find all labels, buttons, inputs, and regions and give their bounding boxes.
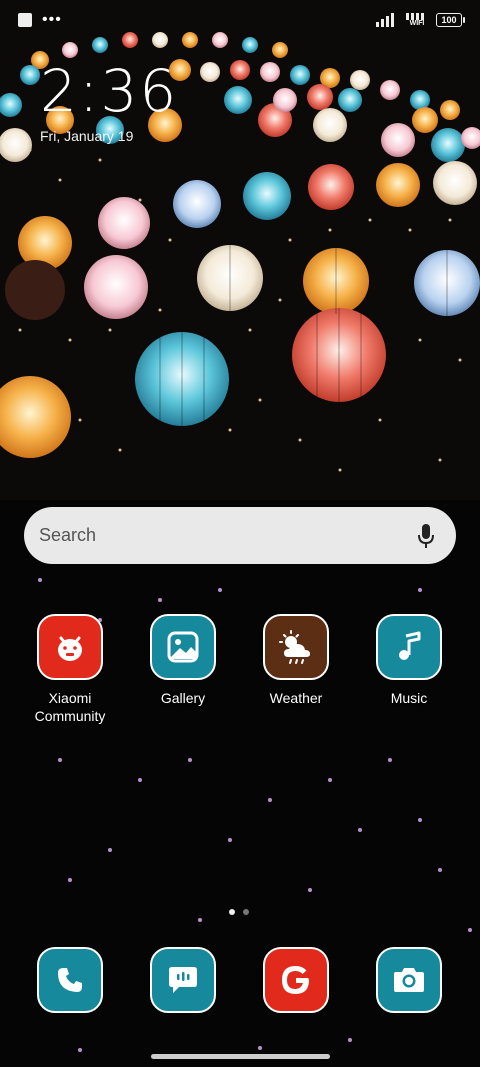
clock-time: 2:36 xyxy=(40,57,179,125)
app-label-gallery: Gallery xyxy=(160,690,206,706)
app-label-music: Music xyxy=(390,690,428,706)
app-music[interactable]: Music xyxy=(354,614,464,707)
search-bar[interactable]: Search xyxy=(24,507,456,564)
notification-icon xyxy=(18,13,32,27)
search-placeholder: Search xyxy=(39,525,97,545)
app-xiaomi-community[interactable]: Xiaomi Community xyxy=(15,614,125,725)
clock-date: Fri, January 19 xyxy=(40,128,134,144)
microphone-icon[interactable] xyxy=(414,521,438,551)
page-dot-2[interactable] xyxy=(243,909,249,915)
home-gesture-bar[interactable] xyxy=(151,1054,330,1059)
app-label-line-1: Xiaomi xyxy=(48,690,92,706)
wifi-icon: WIFI xyxy=(406,12,428,28)
google-icon[interactable] xyxy=(263,947,329,1013)
app-weather[interactable]: Weather xyxy=(241,614,351,707)
app-label-line-2: Community xyxy=(34,708,106,724)
app-gallery[interactable]: Gallery xyxy=(128,614,238,707)
battery-level: 100 xyxy=(441,15,457,25)
phone-icon[interactable] xyxy=(37,947,103,1013)
gallery-icon xyxy=(150,614,216,680)
page-dot-1[interactable] xyxy=(229,909,235,915)
battery-icon: 100 xyxy=(436,13,465,27)
app-label-xiaomi-community: Xiaomi Community xyxy=(15,689,125,725)
clock-widget[interactable]: 2:36 Fri, January 19 xyxy=(40,60,178,144)
weather-icon xyxy=(263,614,329,680)
app-label-weather: Weather xyxy=(269,690,323,706)
music-icon xyxy=(376,614,442,680)
mi-bunny-icon xyxy=(37,614,103,680)
camera-icon[interactable] xyxy=(376,947,442,1013)
page-indicator xyxy=(229,909,249,915)
signal-icon xyxy=(376,13,394,27)
more-notifications-icon: ••• xyxy=(42,11,62,28)
status-bar: ••• WIFI 100 xyxy=(0,0,480,40)
wifi-label: WIFI xyxy=(409,20,425,27)
messages-icon[interactable] xyxy=(150,947,216,1013)
